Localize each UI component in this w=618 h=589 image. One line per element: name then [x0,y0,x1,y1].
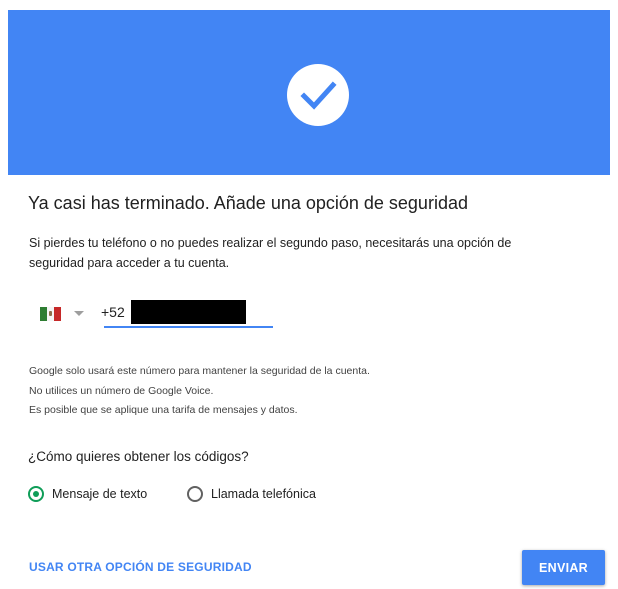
send-button[interactable]: ENVIAR [522,550,605,585]
page-description: Si pierdes tu teléfono o no puedes reali… [29,236,512,270]
note-line: No utilices un número de Google Voice. [29,384,214,397]
phone-input-field[interactable]: +52 [101,300,273,328]
radio-option-text-message[interactable]: Mensaje de texto [28,483,147,505]
code-method-question: ¿Cómo quieres obtener los códigos? [28,449,249,464]
country-code: +52 [101,304,125,320]
radio-button-unselected[interactable] [187,486,203,502]
note-line: Google solo usará este número para mante… [29,365,370,377]
radio-label: Mensaje de texto [52,487,148,501]
page-title: Ya casi has terminado. Añade una opción … [28,193,468,213]
radio-button-selected[interactable] [28,486,44,502]
radio-label: Llamada telefónica [211,487,316,501]
mexico-flag-icon[interactable] [40,307,61,321]
phone-usage-notes: Google solo usará este número para mante… [29,362,370,421]
security-option-page: Ya casi has terminado. Añade una opción … [0,0,618,589]
phone-number-row: +52 [36,300,276,328]
check-circle-icon [287,64,349,126]
use-other-option-link[interactable]: USAR OTRA OPCIÓN DE SEGURIDAD [29,560,252,574]
radio-option-phone-call[interactable]: Llamada telefónica [187,483,316,505]
chevron-down-icon[interactable] [74,311,84,316]
note-line: Es posible que se aplique una tarifa de … [29,404,298,416]
phone-number-input[interactable] [131,300,246,324]
